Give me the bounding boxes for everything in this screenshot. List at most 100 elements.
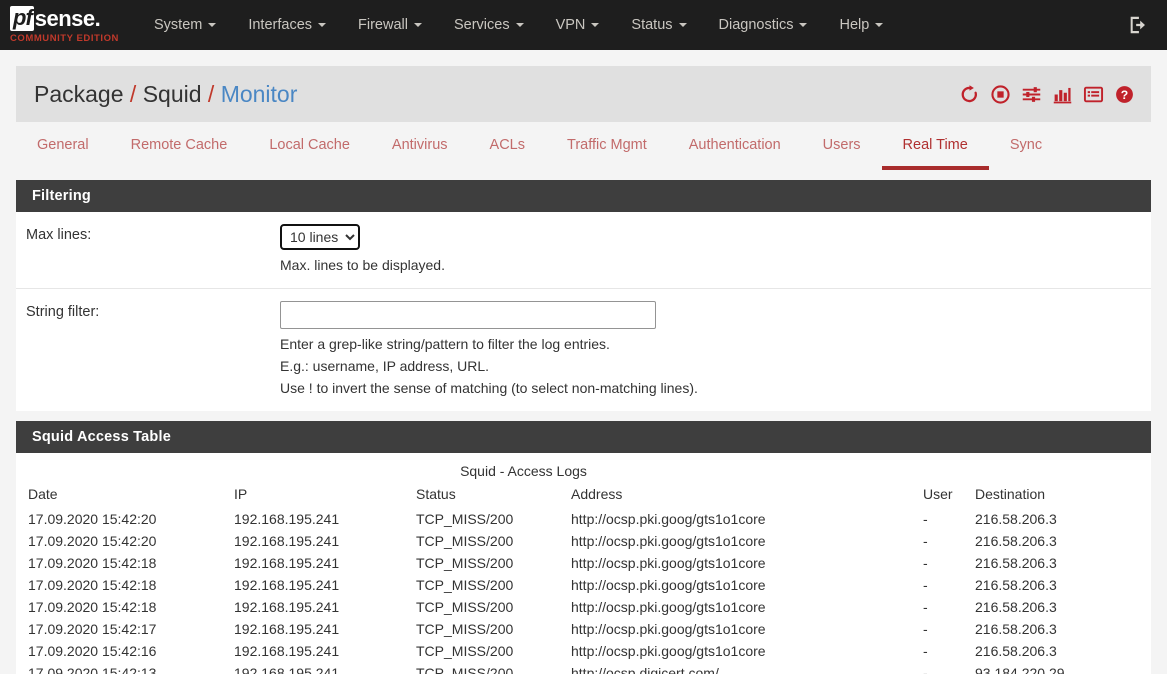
cell-status: TCP_MISS/200 [410,596,565,618]
breadcrumb-monitor[interactable]: Monitor [221,81,298,108]
string-filter-input[interactable] [280,301,656,329]
access-logs-table: Date IP Status Address User Destination … [16,485,1151,674]
max-lines-row: Max lines: 10 lines Max. lines to be dis… [16,212,1151,289]
access-logs-caption: Squid - Access Logs [0,461,1151,485]
cell-destination: 216.58.206.3 [969,640,1151,662]
nav-item-help[interactable]: Help [823,0,899,50]
top-navbar: pfsense. COMMUNITY EDITION System Interf… [0,0,1167,50]
tab-remote-cache[interactable]: Remote Cache [110,137,249,170]
cell-date: 17.09.2020 15:42:18 [16,574,228,596]
cell-address: http://ocsp.pki.goog/gts1o1core [565,530,917,552]
cell-destination: 216.58.206.3 [969,530,1151,552]
header-action-icons: ? [959,84,1135,105]
tab-label: Antivirus [392,137,448,153]
tab-users[interactable]: Users [802,137,882,170]
stop-icon[interactable] [990,84,1011,105]
cell-user: - [917,574,969,596]
max-lines-help: Max. lines to be displayed. [280,256,1151,276]
string-filter-control: Enter a grep-like string/pattern to filt… [280,301,1151,399]
brand-sense-text: sense [35,8,95,30]
cell-destination: 216.58.206.3 [969,574,1151,596]
tab-bar: General Remote Cache Local Cache Antivir… [16,122,1151,170]
list-icon[interactable] [1083,84,1104,105]
chevron-down-icon [208,23,216,27]
cell-status: TCP_MISS/200 [410,662,565,674]
cell-user: - [917,640,969,662]
cell-address: http://ocsp.pki.goog/gts1o1core [565,552,917,574]
logout-button[interactable] [1127,14,1153,36]
table-row: 17.09.2020 15:42:13 192.168.195.241 TCP_… [16,662,1151,674]
tab-antivirus[interactable]: Antivirus [371,137,469,170]
tab-general[interactable]: General [16,137,110,170]
main-menu: System Interfaces Firewall Services VPN … [138,0,899,50]
sliders-icon[interactable] [1021,84,1042,105]
pfsense-logo[interactable]: pfsense. COMMUNITY EDITION [0,6,128,44]
squid-access-table-panel: Squid Access Table Squid - Access Logs D… [16,421,1151,674]
max-lines-control: 10 lines Max. lines to be displayed. [280,224,1151,276]
column-header-status: Status [410,485,565,508]
cell-user: - [917,508,969,530]
column-header-date: Date [16,485,228,508]
breadcrumb-separator: / [202,81,221,108]
breadcrumb: Package / Squid / Monitor [34,81,297,108]
string-filter-help-line2: E.g.: username, IP address, URL. [280,357,1151,377]
nav-item-interfaces[interactable]: Interfaces [232,0,342,50]
cell-ip: 192.168.195.241 [228,618,410,640]
cell-status: TCP_MISS/200 [410,508,565,530]
page-container: Package / Squid / Monitor [0,66,1167,674]
brand-pf-mark: pf [10,6,34,31]
nav-item-services[interactable]: Services [438,0,540,50]
tab-label: Users [823,137,861,153]
brand-logo-row: pfsense. [10,6,128,31]
breadcrumb-package[interactable]: Package [34,81,124,108]
cell-user: - [917,618,969,640]
tab-label: ACLs [490,137,525,153]
cell-destination: 216.58.206.3 [969,618,1151,640]
filtering-panel-title: Filtering [16,180,1151,212]
tab-label: Sync [1010,137,1042,153]
tab-real-time[interactable]: Real Time [882,137,989,170]
nav-item-system[interactable]: System [138,0,232,50]
cell-date: 17.09.2020 15:42:17 [16,618,228,640]
refresh-icon[interactable] [959,84,980,105]
breadcrumb-squid[interactable]: Squid [143,81,202,108]
cell-address: http://ocsp.pki.goog/gts1o1core [565,640,917,662]
cell-status: TCP_MISS/200 [410,552,565,574]
cell-ip: 192.168.195.241 [228,508,410,530]
nav-item-label: Status [631,17,672,33]
help-circle-icon[interactable]: ? [1114,84,1135,105]
nav-item-diagnostics[interactable]: Diagnostics [703,0,824,50]
bar-chart-icon[interactable] [1052,84,1073,105]
cell-ip: 192.168.195.241 [228,552,410,574]
cell-date: 17.09.2020 15:42:16 [16,640,228,662]
cell-destination: 216.58.206.3 [969,552,1151,574]
cell-date: 17.09.2020 15:42:18 [16,596,228,618]
access-logs-tbody: 17.09.2020 15:42:20 192.168.195.241 TCP_… [16,508,1151,674]
filtering-panel: Filtering Max lines: 10 lines Max. lines… [16,180,1151,411]
tab-local-cache[interactable]: Local Cache [248,137,371,170]
table-row: 17.09.2020 15:42:17 192.168.195.241 TCP_… [16,618,1151,640]
nav-item-vpn[interactable]: VPN [540,0,616,50]
nav-item-label: Services [454,17,510,33]
cell-user: - [917,662,969,674]
tab-authentication[interactable]: Authentication [668,137,802,170]
tab-traffic-mgmt[interactable]: Traffic Mgmt [546,137,668,170]
nav-item-status[interactable]: Status [615,0,702,50]
chevron-down-icon [318,23,326,27]
nav-item-label: Firewall [358,17,408,33]
filtering-panel-body: Max lines: 10 lines Max. lines to be dis… [16,212,1151,411]
tab-sync[interactable]: Sync [989,137,1063,170]
chevron-down-icon [875,23,883,27]
nav-item-label: System [154,17,202,33]
chevron-down-icon [591,23,599,27]
nav-item-firewall[interactable]: Firewall [342,0,438,50]
cell-status: TCP_MISS/200 [410,574,565,596]
cell-destination: 93.184.220.29 [969,662,1151,674]
tab-acls[interactable]: ACLs [469,137,546,170]
tab-label: Remote Cache [131,137,228,153]
max-lines-select[interactable]: 10 lines [280,224,360,250]
chevron-down-icon [414,23,422,27]
cell-status: TCP_MISS/200 [410,618,565,640]
tab-label: Local Cache [269,137,350,153]
table-row: 17.09.2020 15:42:18 192.168.195.241 TCP_… [16,596,1151,618]
